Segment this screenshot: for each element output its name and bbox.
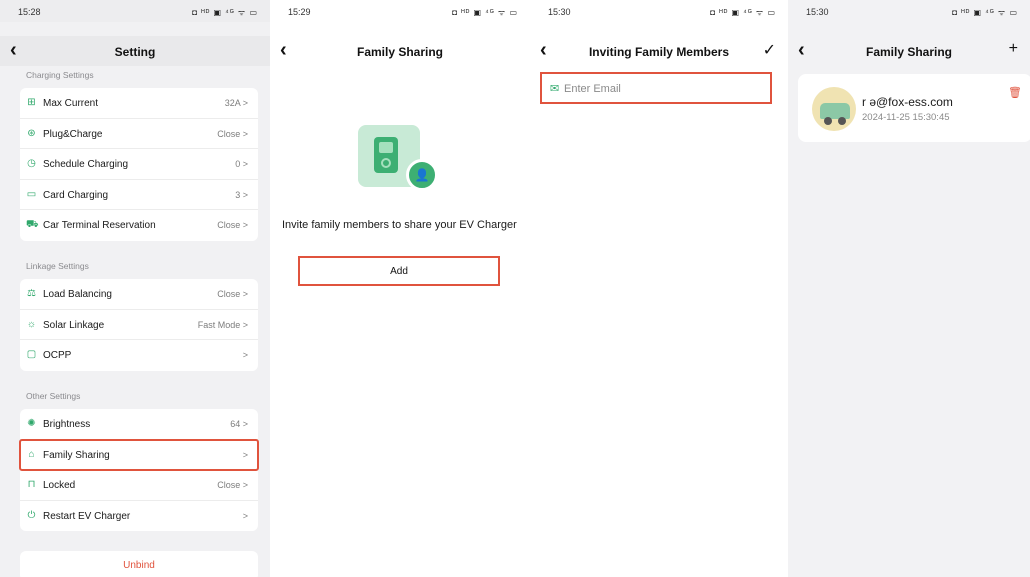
- setting-screen: 15:28 ◘ ᴴᴰ ▣ ⁴ᴳ ᯤ ▭ ‹ Setting Charging S…: [0, 0, 270, 577]
- confirm-check-icon[interactable]: ✓: [763, 40, 776, 60]
- member-date: 2024-11-25 15:30:45: [862, 112, 950, 123]
- mail-icon: ✉: [550, 83, 560, 95]
- row-value: 64 >: [230, 419, 248, 429]
- setting-row-car-terminal-reservation[interactable]: ⛟ Car Terminal Reservation Close >: [20, 210, 258, 241]
- status-time: 15:30: [806, 7, 829, 17]
- group-charging: ⊞ Max Current 32A > ⊛ Plug&Charge Close …: [20, 88, 258, 241]
- clock-icon: ◷: [27, 158, 36, 169]
- page-title: Inviting Family Members: [588, 45, 730, 59]
- setting-row-max-current[interactable]: ⊞ Max Current 32A >: [20, 88, 258, 119]
- row-value: Fast Mode >: [197, 319, 248, 330]
- setting-row-ocpp[interactable]: ▢ OCPP >: [20, 340, 258, 371]
- page-title: Family Sharing: [356, 45, 444, 59]
- add-button[interactable]: Add: [298, 256, 500, 286]
- family-sharing-empty-screen: 15:29 ◘ ᴴᴰ ▣ ⁴ᴳ ᯤ ▭ ‹ Family Sharing 👤 I…: [270, 0, 530, 577]
- card-icon: ▭: [26, 188, 37, 200]
- row-value: 0 >: [235, 159, 248, 169]
- unbind-button[interactable]: Unbind: [20, 551, 258, 577]
- car-icon: ⛟: [26, 219, 39, 230]
- status-bar: 15:29 ◘ ᴴᴰ ▣ ⁴ᴳ ᯤ ▭: [270, 0, 530, 22]
- row-value: 32A >: [224, 98, 248, 108]
- current-icon: ⊞: [27, 97, 36, 108]
- row-value: Close >: [217, 128, 248, 139]
- add-icon[interactable]: +: [1009, 40, 1018, 58]
- group-other: ✺ Brightness 64 > ⌂ Family Sharing > ⊓ L…: [19, 409, 259, 532]
- row-value: >: [242, 510, 248, 521]
- setting-row-schedule-charging[interactable]: ◷ Schedule Charging 0 >: [20, 149, 258, 180]
- group-label-other: Other Settings: [26, 391, 81, 401]
- charger-icon: [374, 137, 398, 173]
- family-icon: ⌂: [28, 448, 35, 460]
- nav-bar: ‹ Setting: [0, 36, 270, 66]
- setting-row-card-charging[interactable]: ▭ Card Charging 3 >: [20, 180, 258, 210]
- nav-bar: ‹ Inviting Family Members ✓: [530, 36, 788, 66]
- row-label: OCPP: [43, 350, 72, 361]
- setting-row-load-balancing[interactable]: ⚖ Load Balancing Close >: [20, 279, 258, 310]
- row-value: >: [242, 350, 248, 360]
- status-time: 15:28: [18, 7, 41, 17]
- add-user-icon: 👤: [406, 159, 438, 191]
- email-input[interactable]: [564, 80, 764, 98]
- setting-row-locked[interactable]: ⊓ Locked Close >: [20, 470, 258, 501]
- row-value: Close >: [217, 289, 248, 299]
- row-label: Card Charging: [43, 189, 109, 201]
- setting-row-family-sharing[interactable]: ⌂ Family Sharing >: [19, 438, 259, 471]
- row-label: Restart EV Charger: [43, 510, 131, 522]
- row-label: Max Current: [43, 98, 99, 109]
- status-icons: ◘ ᴴᴰ ▣ ⁴ᴳ ᯤ ▭: [710, 8, 776, 17]
- status-bar: 15:28 ◘ ᴴᴰ ▣ ⁴ᴳ ᯤ ▭: [0, 0, 270, 22]
- setting-row-solar-linkage[interactable]: ☼ Solar Linkage Fast Mode >: [20, 310, 258, 340]
- row-label: Plug&Charge: [43, 128, 103, 140]
- row-label: Schedule Charging: [43, 159, 129, 170]
- avatar: [812, 87, 856, 131]
- row-value: Close >: [217, 220, 248, 230]
- power-icon: ⏻: [27, 509, 36, 521]
- row-label: Brightness: [43, 419, 91, 430]
- setting-row-brightness[interactable]: ✺ Brightness 64 >: [20, 409, 258, 440]
- row-value: >: [242, 449, 248, 460]
- inviting-family-members-screen: 15:30 ◘ ᴴᴰ ▣ ⁴ᴳ ᯤ ▭ ‹ Inviting Family Me…: [530, 0, 788, 577]
- status-icons: ◘ ᴴᴰ ▣ ⁴ᴳ ᯤ ▭: [952, 8, 1018, 17]
- member-email: r ə@fox-ess.com: [862, 95, 953, 109]
- status-time: 15:29: [288, 7, 311, 17]
- row-label: Family Sharing: [43, 449, 110, 461]
- page-title: Setting: [114, 45, 156, 59]
- nav-bar: ‹ Family Sharing +: [788, 36, 1030, 66]
- row-label: Load Balancing: [43, 289, 112, 300]
- charger-share-illustration: 👤: [358, 125, 438, 195]
- family-sharing-list-screen: 15:30 ◘ ᴴᴰ ▣ ⁴ᴳ ᯤ ▭ ‹ Family Sharing + r…: [788, 0, 1030, 577]
- lock-icon: ⊓: [27, 479, 36, 490]
- plug-icon: ⊛: [27, 127, 36, 139]
- row-label: Car Terminal Reservation: [43, 220, 156, 231]
- row-label: Locked: [43, 480, 76, 491]
- brightness-icon: ✺: [27, 418, 36, 429]
- setting-row-restart-ev-charger[interactable]: ⏻ Restart EV Charger >: [20, 501, 258, 532]
- trash-icon[interactable]: 🗑: [1008, 86, 1022, 99]
- invite-text: Invite family members to share your EV C…: [282, 219, 517, 231]
- group-label-linkage: Linkage Settings: [26, 261, 89, 271]
- page-title: Family Sharing: [865, 45, 953, 59]
- row-label: Solar Linkage: [43, 319, 105, 331]
- monitor-icon: ▢: [26, 349, 37, 360]
- status-icons: ◘ ᴴᴰ ▣ ⁴ᴳ ᯤ ▭: [192, 8, 258, 17]
- balance-icon: ⚖: [27, 288, 36, 299]
- status-icons: ◘ ᴴᴰ ▣ ⁴ᴳ ᯤ ▭: [452, 8, 518, 17]
- group-label-charging: Charging Settings: [26, 70, 94, 80]
- status-time: 15:30: [548, 7, 571, 17]
- member-card[interactable]: r ə@fox-ess.com 2024-11-25 15:30:45 🗑: [798, 74, 1030, 142]
- status-bar: 15:30 ◘ ᴴᴰ ▣ ⁴ᴳ ᯤ ▭: [788, 0, 1030, 22]
- sun-icon: ☼: [26, 318, 37, 330]
- row-value: 3 >: [235, 189, 248, 200]
- setting-row-plug-charge[interactable]: ⊛ Plug&Charge Close >: [20, 119, 258, 149]
- status-bar: 15:30 ◘ ᴴᴰ ▣ ⁴ᴳ ᯤ ▭: [530, 0, 788, 22]
- row-value: Close >: [217, 480, 248, 490]
- group-linkage: ⚖ Load Balancing Close > ☼ Solar Linkage…: [20, 279, 258, 371]
- nav-bar: ‹ Family Sharing: [270, 36, 530, 66]
- email-field-wrapper: ✉: [540, 72, 772, 104]
